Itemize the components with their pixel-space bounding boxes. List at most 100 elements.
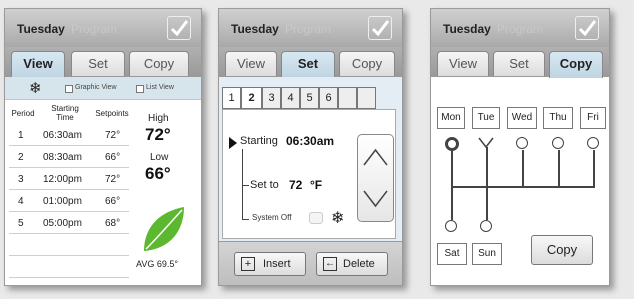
system-off-toggle[interactable] xyxy=(309,212,323,224)
confirm-check-icon[interactable] xyxy=(167,16,191,40)
starting-label: Starting xyxy=(240,135,278,147)
connector-line xyxy=(242,185,249,186)
tab-view[interactable]: View xyxy=(11,51,65,78)
increase-button[interactable] xyxy=(358,135,393,178)
column-period: Period xyxy=(11,109,35,118)
high-value: 72° xyxy=(145,125,171,144)
sun-radio[interactable] xyxy=(480,220,492,232)
insert-label: Insert xyxy=(263,258,291,270)
table-row[interactable]: 1 06:30am 72° xyxy=(9,125,129,146)
day-title: Tuesday xyxy=(443,22,491,36)
time-cell: 01:00pm xyxy=(43,196,82,207)
view-mode-bar: ❄ Graphic View List View xyxy=(5,77,201,100)
wed-radio[interactable] xyxy=(516,137,528,149)
connector-line xyxy=(486,186,488,220)
setpoint-cell: 72° xyxy=(105,130,121,141)
tab-bar: View Set Copy xyxy=(431,47,609,78)
panel-header: Tuesday Program xyxy=(5,9,201,47)
table-row[interactable]: 2 08:30am 66° xyxy=(9,147,129,168)
table-row[interactable]: 3 12:00pm 72° xyxy=(9,169,129,190)
connector-line xyxy=(451,186,595,188)
copy-button[interactable]: Copy xyxy=(531,235,593,265)
connector-line xyxy=(451,150,453,220)
setpoint-cell: 66° xyxy=(105,196,121,207)
day-button-mon[interactable]: Mon xyxy=(437,107,465,129)
delete-icon: ← xyxy=(323,257,337,271)
time-cell: 12:00pm xyxy=(43,174,82,185)
tab-view[interactable]: View xyxy=(437,51,489,76)
period-tab-4[interactable]: 4 xyxy=(281,87,300,109)
table-row[interactable]: 5 05:00pm 68° xyxy=(9,213,129,234)
fri-radio[interactable] xyxy=(587,137,599,149)
delete-button[interactable]: ← Delete xyxy=(316,252,388,276)
period-cell: 3 xyxy=(18,174,24,185)
tab-view[interactable]: View xyxy=(225,51,277,76)
connector-line xyxy=(593,150,595,187)
tab-set[interactable]: Set xyxy=(71,51,125,76)
confirm-check-icon[interactable] xyxy=(575,16,599,40)
panel-copy: Tuesday Program View Set Copy Mon Tue We… xyxy=(430,8,610,286)
insert-icon: + xyxy=(241,257,255,271)
day-button-fri[interactable]: Fri xyxy=(580,107,606,129)
graphic-view-checkbox[interactable] xyxy=(65,85,73,93)
low-value: 66° xyxy=(145,164,171,183)
time-cell: 05:00pm xyxy=(43,218,82,229)
setpoint-cell: 68° xyxy=(105,218,121,229)
snowflake-icon[interactable]: ❄ xyxy=(29,79,42,97)
day-title: Tuesday xyxy=(231,22,279,36)
low-label: Low xyxy=(150,152,169,163)
day-button-wed[interactable]: Wed xyxy=(507,107,537,129)
period-tab-6[interactable]: 6 xyxy=(319,87,338,109)
day-button-thu[interactable]: Thu xyxy=(543,107,573,129)
connector-line xyxy=(486,147,488,187)
tab-copy[interactable]: Copy xyxy=(129,51,189,76)
delete-label: Delete xyxy=(343,258,375,270)
period-tab-empty[interactable] xyxy=(338,87,357,109)
thu-radio[interactable] xyxy=(552,137,564,149)
period-tab-2[interactable]: 2 xyxy=(241,87,262,109)
period-cell: 4 xyxy=(18,196,24,207)
panel-view: Tuesday Program View Set Copy ❄ Graphic … xyxy=(4,8,202,286)
panel-header: Tuesday Program xyxy=(431,9,609,47)
setpoint-cell: 72° xyxy=(105,174,121,185)
start-marker-icon xyxy=(229,137,237,149)
period-tab-5[interactable]: 5 xyxy=(300,87,319,109)
leaf-icon xyxy=(140,205,186,260)
set-to-label: Set to xyxy=(250,179,279,191)
connector-line xyxy=(558,150,560,187)
column-setpoints: Setpoints xyxy=(95,109,129,118)
period-cell: 2 xyxy=(18,152,24,163)
tab-set[interactable]: Set xyxy=(281,51,335,78)
program-title: Program xyxy=(285,22,332,36)
decrease-button[interactable] xyxy=(358,178,393,221)
connector-line xyxy=(242,219,249,220)
tab-bar: View Set Copy xyxy=(5,47,201,78)
tab-copy[interactable]: Copy xyxy=(549,51,603,78)
day-button-sun[interactable]: Sun xyxy=(472,243,502,265)
connector-line xyxy=(522,150,524,187)
mon-selected-radio[interactable] xyxy=(445,137,459,151)
panel-header: Tuesday Program xyxy=(219,9,402,47)
starting-value[interactable]: 06:30am xyxy=(286,134,334,148)
insert-button[interactable]: + Insert xyxy=(234,252,306,276)
tab-set[interactable]: Set xyxy=(493,51,545,76)
day-button-sat[interactable]: Sat xyxy=(437,243,467,265)
stepper-control xyxy=(357,134,394,222)
snowflake-icon[interactable]: ❄ xyxy=(331,208,344,228)
average-temp: AVG 69.5° xyxy=(136,259,178,269)
period-tab-1[interactable]: 1 xyxy=(222,87,241,109)
tab-copy[interactable]: Copy xyxy=(339,51,395,76)
panel-set: Tuesday Program View Set Copy 1 2 3 4 5 … xyxy=(218,8,403,286)
period-tab-empty[interactable] xyxy=(357,87,376,109)
connector-line xyxy=(242,149,243,219)
period-tab-3[interactable]: 3 xyxy=(262,87,281,109)
list-view-label: List View xyxy=(146,84,174,91)
list-view-checkbox[interactable] xyxy=(136,85,144,93)
set-to-value[interactable]: 72 xyxy=(289,178,302,192)
period-tabs: 1 2 3 4 5 6 xyxy=(222,87,396,109)
table-row[interactable]: 4 01:00pm 66° xyxy=(9,191,129,212)
confirm-check-icon[interactable] xyxy=(368,16,392,40)
day-button-tue[interactable]: Tue xyxy=(472,107,500,129)
sat-radio[interactable] xyxy=(445,220,457,232)
graphic-view-label: Graphic View xyxy=(75,84,117,91)
